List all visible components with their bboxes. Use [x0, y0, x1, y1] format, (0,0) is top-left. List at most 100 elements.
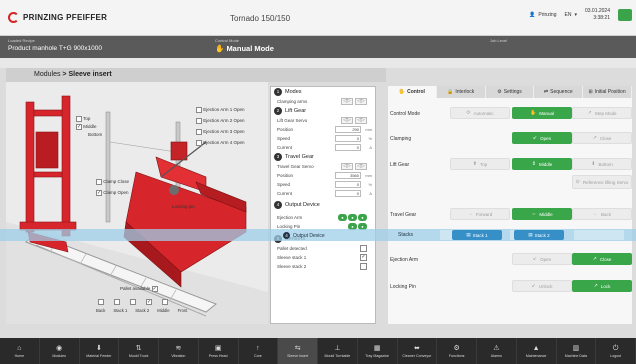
nav-vibration[interactable]: ≋ Vibration — [159, 338, 199, 364]
back-icon: ← — [592, 211, 598, 217]
hand-icon: ✋ — [530, 110, 537, 116]
nav-home[interactable]: ⌂ Home — [0, 338, 40, 364]
nav-machine-data[interactable]: ▥ Machine Data — [557, 338, 597, 364]
step-icon: ↗ — [587, 110, 592, 116]
sleeve-icon: ⇆ — [294, 344, 301, 352]
travel-back-button[interactable]: ← Back — [572, 208, 632, 220]
lock-button[interactable]: ↗ Lock — [572, 280, 632, 292]
row-lift-gear: Lift Gear ⬆ Top ⇕ Middle ⬇ Bottom ⊙ Referenc… — [388, 158, 632, 189]
date: 03.01.2024 — [584, 8, 610, 14]
status-bar: Loaded Recipe Product manhole T+G 900x10… — [0, 36, 636, 58]
row-travel-speed: Speed 0 % — [277, 181, 372, 188]
press-icon: ▣ — [214, 344, 222, 352]
label-bottom: Bottom — [88, 132, 103, 137]
machine-title: Tornado 150/150 — [230, 14, 291, 23]
nav-modules[interactable]: ◉ Modules — [40, 338, 80, 364]
nav-core[interactable]: ↑ Core — [239, 338, 279, 364]
lift-position-value: 290 — [335, 126, 361, 133]
user-menu[interactable]: 👤 Prinzing — [529, 12, 556, 18]
module-status-panel: 1 Modes Clamping arms ◁▷ ◁▷ 2 Lift Gear L… — [270, 86, 376, 324]
pos-front: Front — [177, 308, 188, 313]
vibration-icon: ≋ — [175, 344, 182, 352]
row-lift-position: Position 290 mm — [277, 126, 372, 133]
stack-2-button[interactable]: ▤ Stack 2 — [514, 230, 564, 240]
travel-position-value: 3560 — [335, 172, 361, 179]
label-clamp-open: ✓ Clamp Open — [96, 190, 129, 196]
functions-icon: ⚙ — [453, 344, 460, 352]
close-icon: ↗ — [592, 256, 597, 262]
tab-bar: 🖐 Control 🔒 Interlock ⚙ Settings ⇄ Sequence … — [388, 86, 632, 98]
lift-speed-value: 0 — [335, 135, 361, 142]
nav-sleeve-insert[interactable]: ⇆ Sleeve Insert — [278, 338, 318, 364]
lift-top-button[interactable]: ⬆ Top — [450, 158, 510, 170]
label-pallet-available: Pallet available ✓ — [120, 286, 158, 292]
stack-1-button[interactable]: ▤ Stack 1 — [452, 230, 502, 240]
nav-mould-truck[interactable]: ⇅ Mould Truck — [119, 338, 159, 364]
tab-settings[interactable]: ⚙ Settings — [485, 86, 535, 98]
nav-functions[interactable]: ⚙ Functions — [437, 338, 477, 364]
ejection-open-button[interactable]: ↙ Open — [512, 253, 572, 265]
nav-press-head[interactable]: ▣ Press Head — [199, 338, 239, 364]
nav-material-feeder[interactable]: ⬇ Material Feeder — [80, 338, 120, 364]
pos-stack1: Stack 1 — [113, 308, 128, 313]
travel-servo-arrows[interactable]: ◁▷ ◁▷ — [341, 163, 367, 170]
stacks-overlay-strip: 4 Output Device Stacks ▤ Stack 1 ▤ Stack 2 — [0, 229, 636, 241]
lift-middle-button[interactable]: ⇕ Middle — [512, 158, 572, 170]
nav-cleaner-conveyor[interactable]: ⬌ Cleaner Conveyor — [398, 338, 438, 364]
modules-icon: ◉ — [56, 344, 63, 352]
output-device-heading: 4 Output Device — [283, 232, 325, 239]
job-level-label: Job Level — [490, 38, 508, 43]
gear-icon: ⚙ — [497, 89, 502, 95]
clamping-arrows[interactable]: ◁▷ ◁▷ — [341, 98, 367, 105]
travel-middle-button[interactable]: ⇔ Middle — [512, 208, 572, 220]
control-icon: 🖐 — [398, 89, 406, 95]
nav-maintenance[interactable]: ▲ Maintenance — [517, 338, 557, 364]
tab-initial-position[interactable]: ⊞ Initial Position — [583, 86, 632, 98]
lift-servo-arrows[interactable]: ◁▷ ◁▷ — [341, 117, 367, 124]
nav-mould-turntable[interactable]: ⊥ Mould Turntable — [318, 338, 358, 364]
position-icon: ⊞ — [588, 89, 593, 95]
data-icon: ▥ — [572, 344, 580, 352]
breadcrumb-parent[interactable]: Modules — [34, 71, 60, 78]
language-select[interactable]: EN ▾ — [565, 12, 577, 18]
travel-forward-button[interactable]: → Forward — [450, 208, 510, 220]
machine-3d-view[interactable]: Top ✓ Middle Bottom Clamp Close ✓ Clamp … — [6, 82, 268, 324]
unlock-icon: ↙ — [531, 283, 536, 289]
section-output-device: 4 Output Device — [271, 200, 375, 210]
sleeve-stack-1-checkbox: ✓ — [360, 254, 367, 261]
turntable-icon: ⊥ — [334, 344, 341, 352]
tab-interlock[interactable]: 🔒 Interlock — [436, 86, 486, 98]
close-icon: ↗ — [592, 135, 597, 141]
control-mode-text: Manual Mode — [226, 44, 274, 53]
row-sleeve-stack-2: Sleeve stack 2 — [271, 262, 375, 271]
row-pallet-detected: Pallet detected — [271, 244, 375, 253]
forward-icon: → — [467, 211, 473, 217]
tab-sequence[interactable]: ⇄ Sequence — [534, 86, 584, 98]
lift-bottom-button[interactable]: ⬇ Bottom — [572, 158, 632, 170]
clamp-open-button[interactable]: ↙ Open — [512, 132, 572, 144]
ejection-close-button[interactable]: ↗ Close — [572, 253, 632, 265]
reference-icon: ⊙ — [575, 179, 580, 185]
nav-tray-magazine[interactable]: ▦ Tray Magazine — [358, 338, 398, 364]
clamp-close-button[interactable]: ↗ Close — [572, 132, 632, 144]
row-ejection-arm: Ejection Arm ↙ Open ↗ Close — [388, 253, 632, 267]
position-labels: Back Stack 1 Stack 2 Middle Front — [96, 308, 187, 313]
ejection-arm-labels: Ejection Arm 1 Open Ejection Arm 2 Open … — [196, 104, 245, 148]
control-mode-label: Control Mode — [215, 38, 240, 43]
reference-lifting-servo-button[interactable]: ⊙ Reference lifting Servo — [572, 175, 632, 189]
sleeve-stack-2-checkbox — [360, 263, 367, 270]
manual-button[interactable]: ✋ Manual — [512, 107, 572, 119]
nav-alarms[interactable]: ⚠ Alarms — [477, 338, 517, 364]
step-mode-button[interactable]: ↗ Step Mode — [572, 107, 632, 119]
stack-icon: ▤ — [528, 232, 533, 237]
section-modes: 1 Modes — [271, 87, 375, 97]
chevron-down-icon: ▾ — [574, 12, 577, 18]
unlock-button[interactable]: ↙ Unlock — [512, 280, 572, 292]
automatic-button[interactable]: ⟳ Automatic — [450, 107, 510, 119]
nav-logout[interactable]: ⏻ Logout — [596, 338, 636, 364]
row-lift-speed: Speed 0 % — [277, 135, 372, 142]
tab-control[interactable]: 🖐 Control — [388, 86, 437, 98]
row-ejection-arm: Ejection Arm ● ● ● — [271, 213, 375, 222]
logout-icon: ⏻ — [612, 344, 619, 352]
travel-current-value: 0 — [335, 190, 361, 197]
